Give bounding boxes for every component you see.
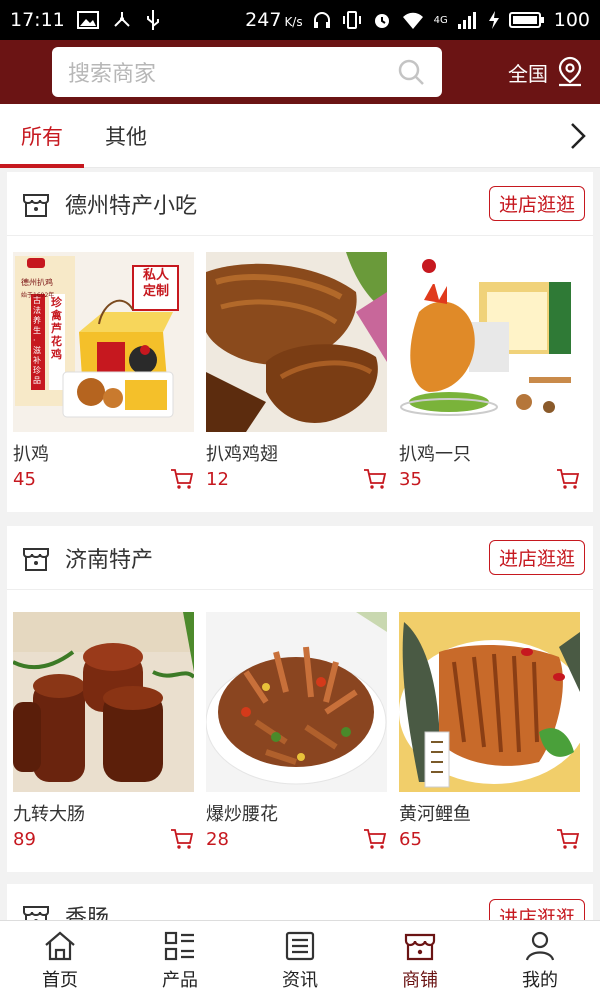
product-price: 35: [399, 468, 422, 490]
cart-icon[interactable]: [170, 828, 194, 850]
headphones-icon: [313, 12, 330, 28]
product-image: [399, 252, 580, 432]
category-tabs: 所有 其他: [0, 104, 600, 168]
enter-shop-button[interactable]: 进店逛逛: [488, 898, 585, 920]
shop-icon: [404, 933, 436, 960]
product-image: [206, 252, 387, 432]
signal-icon: [457, 12, 476, 29]
product-image-side: 古法养生·滋补珍品: [33, 296, 41, 385]
shop-card: 德州特产小吃 进店逛逛 德州扒鸡 私人定制 珍禽芦花鸡 古法养生·滋补珍品 始于…: [7, 172, 593, 512]
shop-name: 济南特产: [65, 547, 154, 573]
product-price: 89: [13, 828, 36, 850]
shop-card: 香肠 进店逛逛: [7, 884, 593, 920]
product-image-title: 珍禽芦花鸡: [51, 296, 62, 361]
nav-shops[interactable]: 商铺: [360, 921, 480, 1000]
product-card[interactable]: 德州扒鸡 私人定制 珍禽芦花鸡 古法养生·滋补珍品 始于1692年 扒鸡 45: [13, 252, 194, 490]
product-price: 45: [13, 468, 36, 490]
app-header: 搜索商家 全国: [0, 40, 600, 104]
status-bar: 17:11 247 K/s 4G 100: [0, 0, 600, 40]
product-name: 扒鸡一只: [399, 444, 471, 465]
product-grid-icon: [164, 931, 194, 960]
share-icon: [114, 12, 130, 27]
product-name: 黄河鲤鱼: [399, 804, 471, 825]
battery-icon: [508, 12, 544, 28]
status-speed: 247 K/s: [245, 9, 303, 31]
shop-card: 济南特产 进店逛逛 九转大肠 89 爆炒腰花 28 黄河鲤鱼 65: [7, 526, 593, 872]
product-card[interactable]: 扒鸡鸡翅 12: [206, 252, 387, 490]
product-name: 九转大肠: [13, 804, 85, 825]
chevron-right-icon[interactable]: [568, 121, 588, 151]
product-name: 扒鸡: [13, 444, 49, 465]
wifi-icon: [402, 12, 423, 30]
shop-header: 济南特产 进店逛逛: [7, 526, 593, 590]
product-image-badge: 私人定制: [143, 268, 170, 299]
nav-products[interactable]: 产品: [120, 921, 240, 1000]
shop-header: 香肠 进店逛逛: [7, 884, 593, 920]
charging-icon: [488, 11, 499, 29]
usb-icon: [146, 10, 159, 30]
bottom-nav: 首页 产品 资讯 商铺 我的: [0, 920, 600, 1000]
nav-label: 我的: [522, 969, 558, 991]
tab-other[interactable]: 其他: [84, 104, 168, 168]
region-selector[interactable]: 全国: [508, 56, 584, 88]
location-pin-icon: [558, 56, 582, 87]
product-price: 65: [399, 828, 422, 850]
shop-header: 德州特产小吃 进店逛逛: [7, 172, 593, 236]
shop-icon: [23, 193, 49, 217]
product-image: [399, 612, 580, 792]
cart-icon[interactable]: [556, 828, 580, 850]
cart-icon[interactable]: [556, 468, 580, 490]
search-icon: [398, 59, 424, 85]
shop-name: 香肠: [65, 906, 110, 920]
nav-me[interactable]: 我的: [480, 921, 600, 1000]
product-card[interactable]: 九转大肠 89: [13, 612, 194, 850]
product-image: [13, 612, 194, 792]
product-price: 12: [206, 468, 229, 490]
cart-icon[interactable]: [363, 828, 387, 850]
shop-name: 德州特产小吃: [65, 193, 198, 219]
shop-icon: [23, 906, 49, 920]
nav-news[interactable]: 资讯: [240, 921, 360, 1000]
user-icon: [525, 931, 555, 960]
home-icon: [45, 931, 75, 960]
nav-label: 首页: [42, 969, 78, 991]
news-icon: [285, 931, 315, 960]
alarm-icon: [374, 14, 389, 28]
product-image-year: 始于1692年: [21, 292, 55, 299]
enter-shop-button[interactable]: 进店逛逛: [488, 540, 585, 575]
product-price: 28: [206, 828, 229, 850]
image-icon: [76, 11, 99, 29]
shop-icon: [23, 547, 49, 571]
status-time: 17:11: [10, 9, 65, 31]
product-image: 德州扒鸡 私人定制 珍禽芦花鸡 古法养生·滋补珍品 始于1692年: [13, 252, 194, 432]
product-image: [206, 612, 387, 792]
product-card[interactable]: 扒鸡一只 35: [399, 252, 580, 490]
battery-level: 100: [553, 9, 590, 31]
product-image-brand: 德州扒鸡: [21, 278, 53, 287]
product-name: 爆炒腰花: [206, 804, 278, 825]
nav-label: 产品: [162, 969, 198, 991]
nav-home[interactable]: 首页: [0, 921, 120, 1000]
nav-label: 资讯: [282, 969, 318, 991]
shop-list: 德州特产小吃 进店逛逛 德州扒鸡 私人定制 珍禽芦花鸡 古法养生·滋补珍品 始于…: [0, 168, 600, 920]
nav-label: 商铺: [402, 969, 438, 991]
cart-icon[interactable]: [170, 468, 194, 490]
tab-all[interactable]: 所有: [0, 104, 84, 168]
region-label: 全国: [508, 61, 548, 86]
product-card[interactable]: 黄河鲤鱼 65: [399, 612, 580, 850]
cart-icon[interactable]: [363, 468, 387, 490]
search-placeholder: 搜索商家: [68, 62, 157, 87]
vibrate-icon: [342, 11, 361, 29]
enter-shop-button[interactable]: 进店逛逛: [488, 186, 585, 221]
search-input[interactable]: 搜索商家: [52, 47, 442, 97]
network-type: 4G: [433, 14, 448, 26]
product-name: 扒鸡鸡翅: [206, 444, 278, 465]
product-card[interactable]: 爆炒腰花 28: [206, 612, 387, 850]
